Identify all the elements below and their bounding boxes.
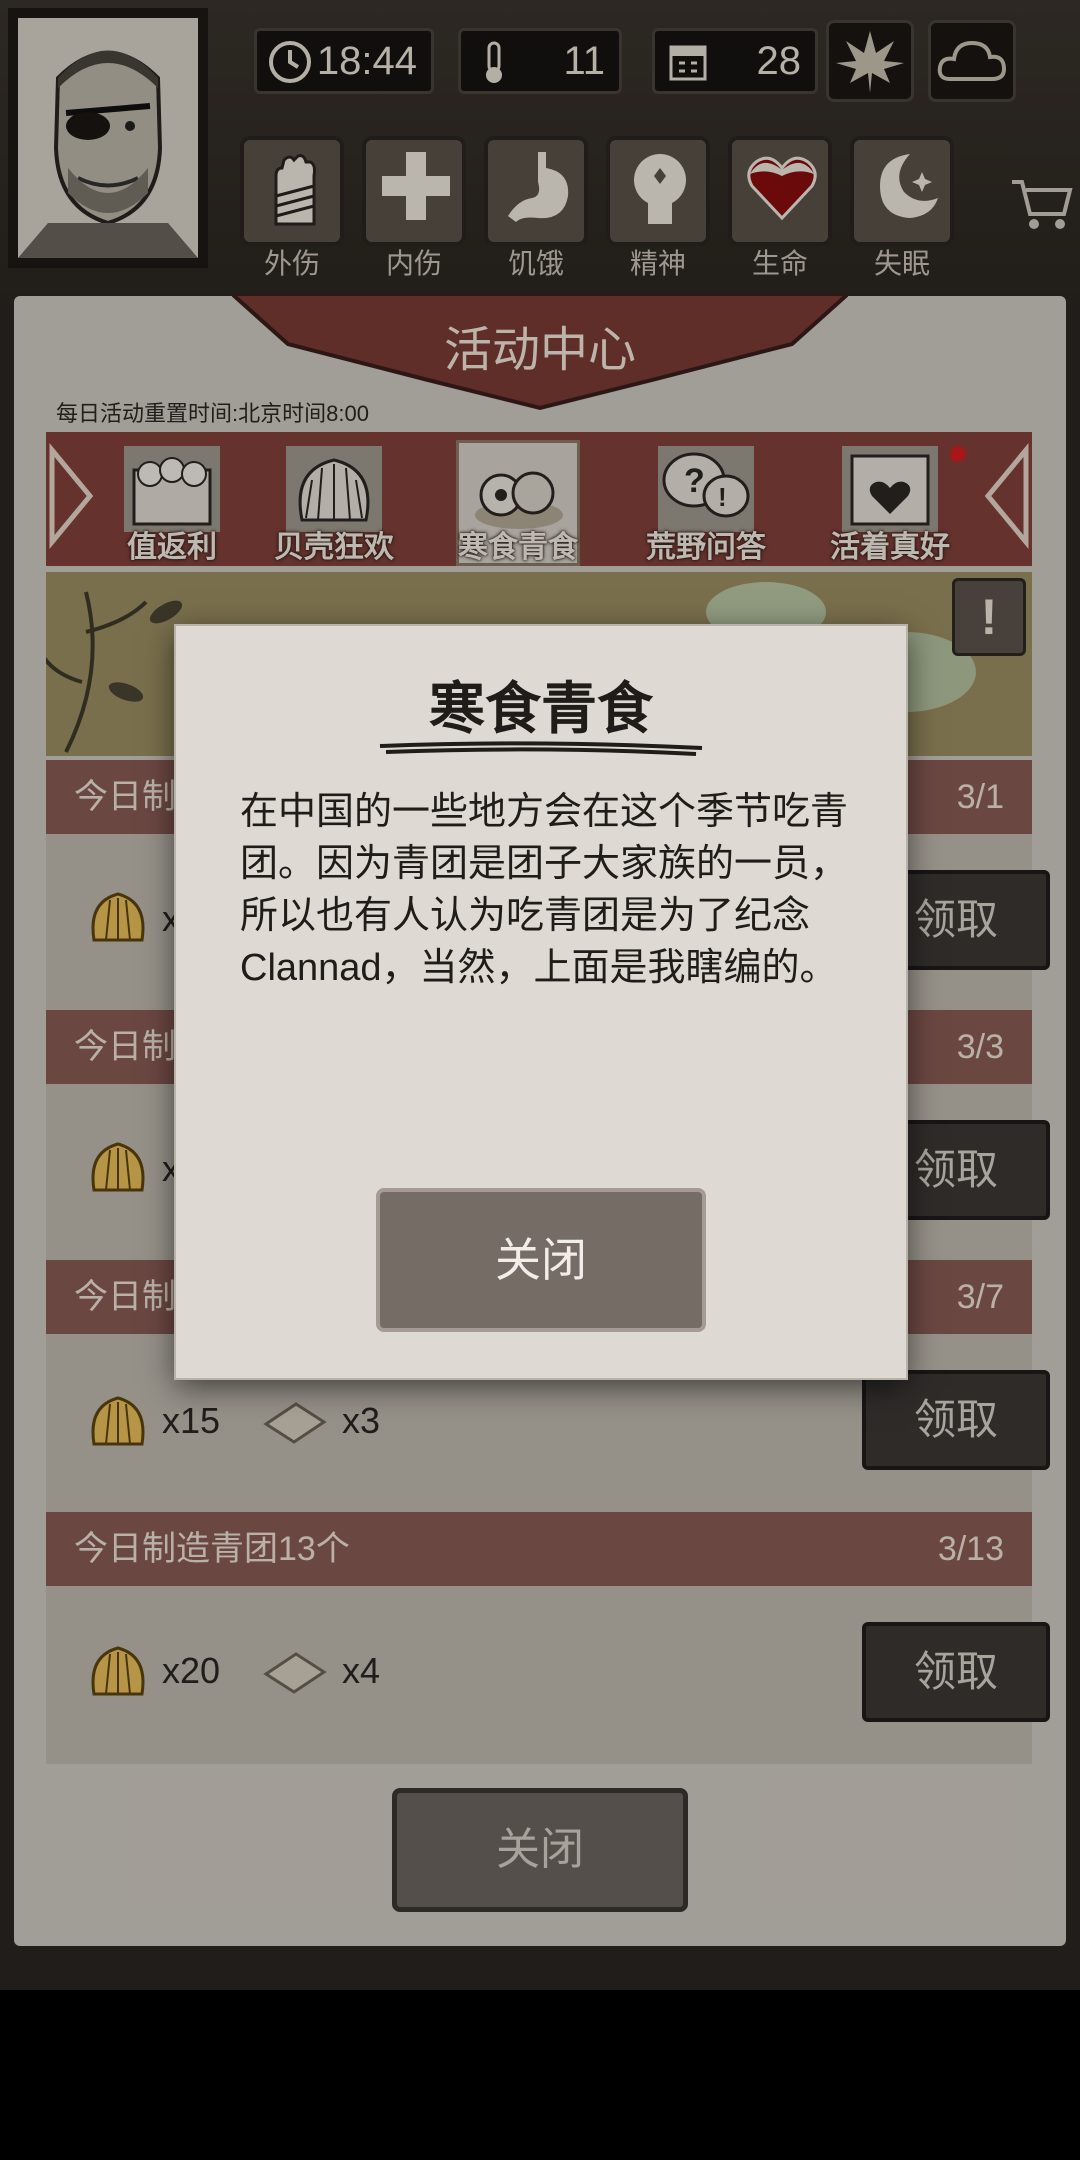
- dialog-close-button[interactable]: 关闭: [376, 1188, 706, 1332]
- activity-info-dialog: 寒食青食 在中国的一些地方会在这个季节吃青团。因为青团是团子大家族的一员，所以也…: [176, 626, 906, 1378]
- game-screen: 18:44 11 28 外伤 内伤 饥饿 精神 生命 失眠 活动中心 每日活动重…: [0, 0, 1080, 1990]
- dialog-body-text: 在中国的一些地方会在这个季节吃青团。因为青团是团子大家族的一员，所以也有人认为吃…: [240, 791, 849, 989]
- title-brush-underline: [379, 741, 703, 756]
- dialog-title: 寒食青食: [429, 679, 653, 741]
